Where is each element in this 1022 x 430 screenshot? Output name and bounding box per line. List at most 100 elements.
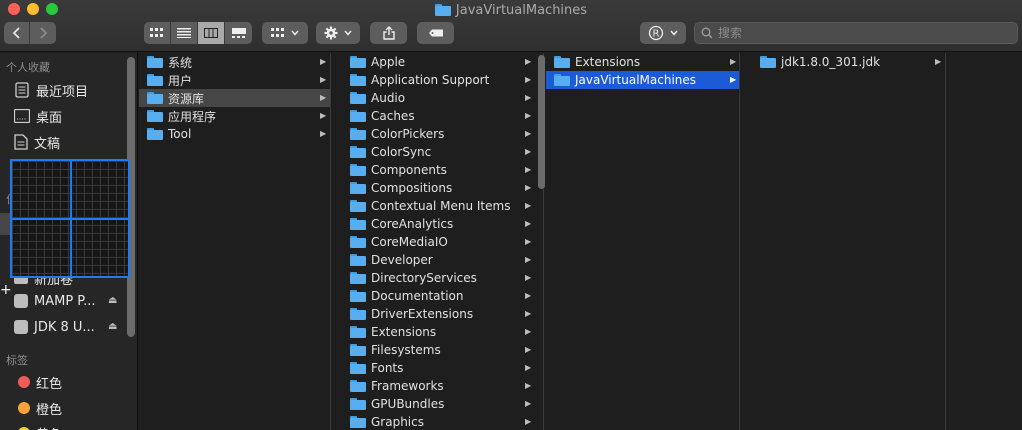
folder-icon (350, 308, 366, 320)
list-item[interactable]: Caches (342, 107, 536, 125)
list-item[interactable]: Components (342, 161, 536, 179)
folder-icon (350, 74, 366, 86)
sidebar-header-favorites: 个人收藏 (6, 61, 50, 74)
sidebar-tag-red[interactable]: 红色 (18, 371, 62, 393)
chevron-right-icon: ▶ (525, 93, 532, 102)
sidebar-item-desktop[interactable]: 桌面 (14, 105, 62, 127)
chevron-right-icon: ▶ (525, 111, 532, 120)
list-item[interactable]: Frameworks (342, 377, 536, 395)
sidebar-tag-orange[interactable]: 橙色 (18, 397, 62, 419)
item-label: GPUBundles (371, 397, 445, 411)
window-title: JavaVirtualMachines (0, 1, 1022, 19)
list-item[interactable]: Extensions (342, 323, 536, 341)
sidebar-item-mamp[interactable]: MAMP P... (14, 290, 96, 312)
action-menu-button[interactable] (316, 22, 360, 44)
list-item[interactable]: Filesystems (342, 341, 536, 359)
sidebar-header-tags: 标签 (6, 354, 28, 367)
list-item-selected[interactable]: JavaVirtualMachines (546, 71, 739, 89)
sidebar-item-documents[interactable]: 文稿 (14, 131, 60, 153)
item-label: Application Support (371, 73, 490, 87)
folder-icon (350, 380, 366, 392)
column-view-button[interactable] (198, 22, 225, 44)
list-item[interactable]: CoreAnalytics (342, 215, 536, 233)
list-item[interactable]: Apple (342, 53, 536, 71)
list-view-icon (177, 28, 191, 38)
gallery-view-icon (231, 28, 246, 38)
icon-view-button[interactable] (144, 22, 171, 44)
folder-icon (350, 146, 366, 158)
share-icon (382, 26, 395, 40)
registered-menu-button[interactable]: R (640, 22, 686, 44)
list-item[interactable]: Developer (342, 251, 536, 269)
gear-icon (324, 26, 338, 40)
folder-icon (350, 110, 366, 122)
back-button[interactable] (4, 22, 30, 44)
list-item[interactable]: Fonts (342, 359, 536, 377)
list-item[interactable]: Compositions (342, 179, 536, 197)
list-item[interactable]: 系统 (139, 53, 330, 71)
chevron-right-icon: ▶ (730, 57, 737, 66)
sidebar-tag-yellow[interactable]: 黄色 (18, 422, 62, 430)
users-folder-icon (147, 74, 163, 86)
folder-icon (350, 92, 366, 104)
chevron-right-icon: ▶ (320, 93, 327, 102)
folder-icon (350, 164, 366, 176)
eject-icon[interactable]: ⏏ (108, 295, 117, 306)
folder-icon (350, 272, 366, 284)
tag-button[interactable] (417, 22, 454, 44)
list-item[interactable]: Tool (139, 125, 330, 143)
column-1: 系统 ▶ 用户 ▶ 资源库 ▶ 应用程序 ▶ Tool ▶ (139, 53, 331, 430)
chevron-right-icon: ▶ (525, 183, 532, 192)
chevron-down-icon (344, 30, 352, 36)
list-item[interactable]: Graphics (342, 413, 536, 430)
search-icon (701, 27, 713, 39)
share-button[interactable] (370, 22, 407, 44)
list-view-button[interactable] (171, 22, 198, 44)
chevron-right-icon: ▶ (525, 255, 532, 264)
system-folder-icon (147, 56, 163, 68)
drive-icon (14, 294, 28, 308)
chevron-right-icon: ▶ (525, 309, 532, 318)
list-item[interactable]: ColorPickers (342, 125, 536, 143)
eject-icon[interactable]: ⏏ (108, 321, 117, 332)
drive-icon (14, 320, 28, 334)
sidebar-item-label: 红色 (36, 376, 63, 392)
chevron-right-icon: ▶ (525, 201, 532, 210)
sidebar-item-jdk[interactable]: JDK 8 U... (14, 316, 95, 338)
list-item[interactable]: Contextual Menu Items (342, 197, 536, 215)
group-button[interactable] (262, 22, 308, 44)
window-title-text: JavaVirtualMachines (455, 2, 588, 18)
search-field[interactable] (694, 22, 1018, 44)
chevron-right-icon: ▶ (935, 57, 942, 66)
column-2-scrollbar[interactable] (538, 55, 545, 189)
sidebar-item-recents[interactable]: 最近项目 (14, 79, 88, 101)
list-item[interactable]: 用户 (139, 71, 330, 89)
gallery-view-button[interactable] (225, 22, 252, 44)
chevron-left-icon (12, 27, 20, 39)
search-input[interactable] (718, 26, 998, 40)
list-item[interactable]: Extensions (546, 53, 739, 71)
list-item[interactable]: ColorSync (342, 143, 536, 161)
folder-icon (350, 344, 366, 356)
list-item[interactable]: GPUBundles (342, 395, 536, 413)
list-item[interactable]: CoreMediaIO (342, 233, 536, 251)
list-item[interactable]: jdk1.8.0_301.jdk (752, 53, 945, 71)
list-item[interactable]: Application Support (342, 71, 536, 89)
desktop-icon (14, 109, 30, 123)
list-item[interactable]: Documentation (342, 287, 536, 305)
item-label: 用户 (168, 73, 193, 88)
chevron-right-icon: ▶ (525, 291, 532, 300)
chevron-right-icon (40, 27, 48, 39)
item-label: Developer (371, 253, 433, 267)
list-item[interactable]: DriverExtensions (342, 305, 536, 323)
item-label: Tool (168, 127, 192, 141)
list-item-selected[interactable]: 资源库 (139, 89, 330, 107)
chevron-right-icon: ▶ (525, 237, 532, 246)
list-item[interactable]: DirectoryServices (342, 269, 536, 287)
list-item[interactable]: Audio (342, 89, 536, 107)
list-item[interactable]: 应用程序 (139, 107, 330, 125)
item-label: jdk1.8.0_301.jdk (781, 55, 881, 69)
view-mode-control (144, 22, 252, 44)
chevron-right-icon: ▶ (525, 219, 532, 228)
forward-button[interactable] (30, 22, 56, 44)
